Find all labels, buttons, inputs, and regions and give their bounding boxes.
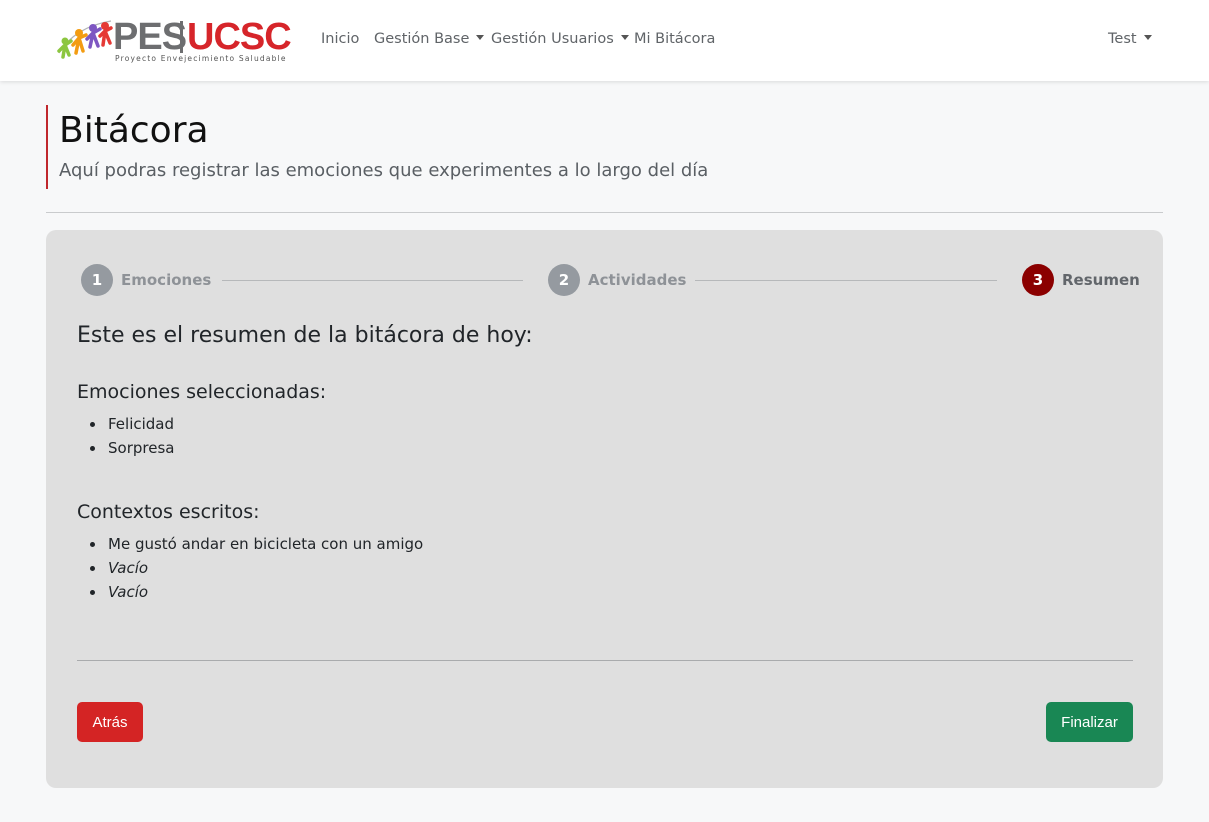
finish-button[interactable]: Finalizar	[1046, 702, 1133, 742]
contexts-list: Me gustó andar en bicicleta con un amigo…	[77, 532, 423, 604]
step-number: 3	[1022, 264, 1054, 296]
step-number: 1	[81, 264, 113, 296]
chevron-down-icon	[620, 35, 629, 40]
list-item: Vacío	[77, 580, 423, 604]
logo-pes-text: PES	[113, 16, 187, 58]
nav-inicio[interactable]: Inicio	[321, 30, 359, 48]
page-title: Bitácora	[59, 110, 209, 151]
page-header: Bitácora Aquí podras registrar las emoci…	[46, 105, 746, 189]
step-number: 2	[548, 264, 580, 296]
logo-ucsc-text: UCSC	[187, 16, 292, 58]
step-emociones[interactable]: 1 Emociones	[81, 264, 211, 296]
brand-logo[interactable]: PES UCSC Proyecto Envejecimiento Saludab…	[55, 16, 292, 65]
people-logo-icon	[57, 20, 113, 59]
step-connector	[695, 280, 997, 281]
step-label: Actividades	[588, 271, 687, 289]
nav-gestion-base[interactable]: Gestión Base	[374, 30, 485, 48]
summary-card: 1 Emociones 2 Actividades 3 Resumen Este…	[46, 230, 1163, 788]
logo-divider	[180, 21, 183, 53]
logo-tagline: Proyecto Envejecimiento Saludable	[115, 54, 287, 63]
card-divider	[77, 660, 1133, 661]
step-resumen[interactable]: 3 Resumen	[1022, 264, 1140, 296]
step-actividades[interactable]: 2 Actividades	[548, 264, 686, 296]
nav-mi-bitacora[interactable]: Mi Bitácora	[634, 30, 715, 48]
step-label: Emociones	[121, 271, 212, 289]
user-menu[interactable]: Test	[1108, 30, 1152, 48]
step-connector	[222, 280, 523, 281]
list-item: Vacío	[77, 556, 423, 580]
step-label: Resumen	[1062, 271, 1140, 289]
page-subtitle: Aquí podras registrar las emociones que …	[59, 160, 709, 181]
contexts-heading: Contextos escritos:	[77, 501, 260, 523]
summary-title: Este es el resumen de la bitácora de hoy…	[77, 323, 533, 348]
emotions-list: Felicidad Sorpresa	[77, 412, 174, 460]
list-item: Felicidad	[77, 412, 174, 436]
list-item: Me gustó andar en bicicleta con un amigo	[77, 532, 423, 556]
list-item: Sorpresa	[77, 436, 174, 460]
nav-gestion-usuarios[interactable]: Gestión Usuarios	[491, 30, 629, 48]
back-button[interactable]: Atrás	[77, 702, 143, 742]
chevron-down-icon	[1143, 35, 1152, 40]
top-navbar: PES UCSC Proyecto Envejecimiento Saludab…	[0, 0, 1209, 81]
chevron-down-icon	[476, 35, 485, 40]
emotions-heading: Emociones seleccionadas:	[77, 381, 327, 403]
header-divider	[46, 212, 1163, 213]
